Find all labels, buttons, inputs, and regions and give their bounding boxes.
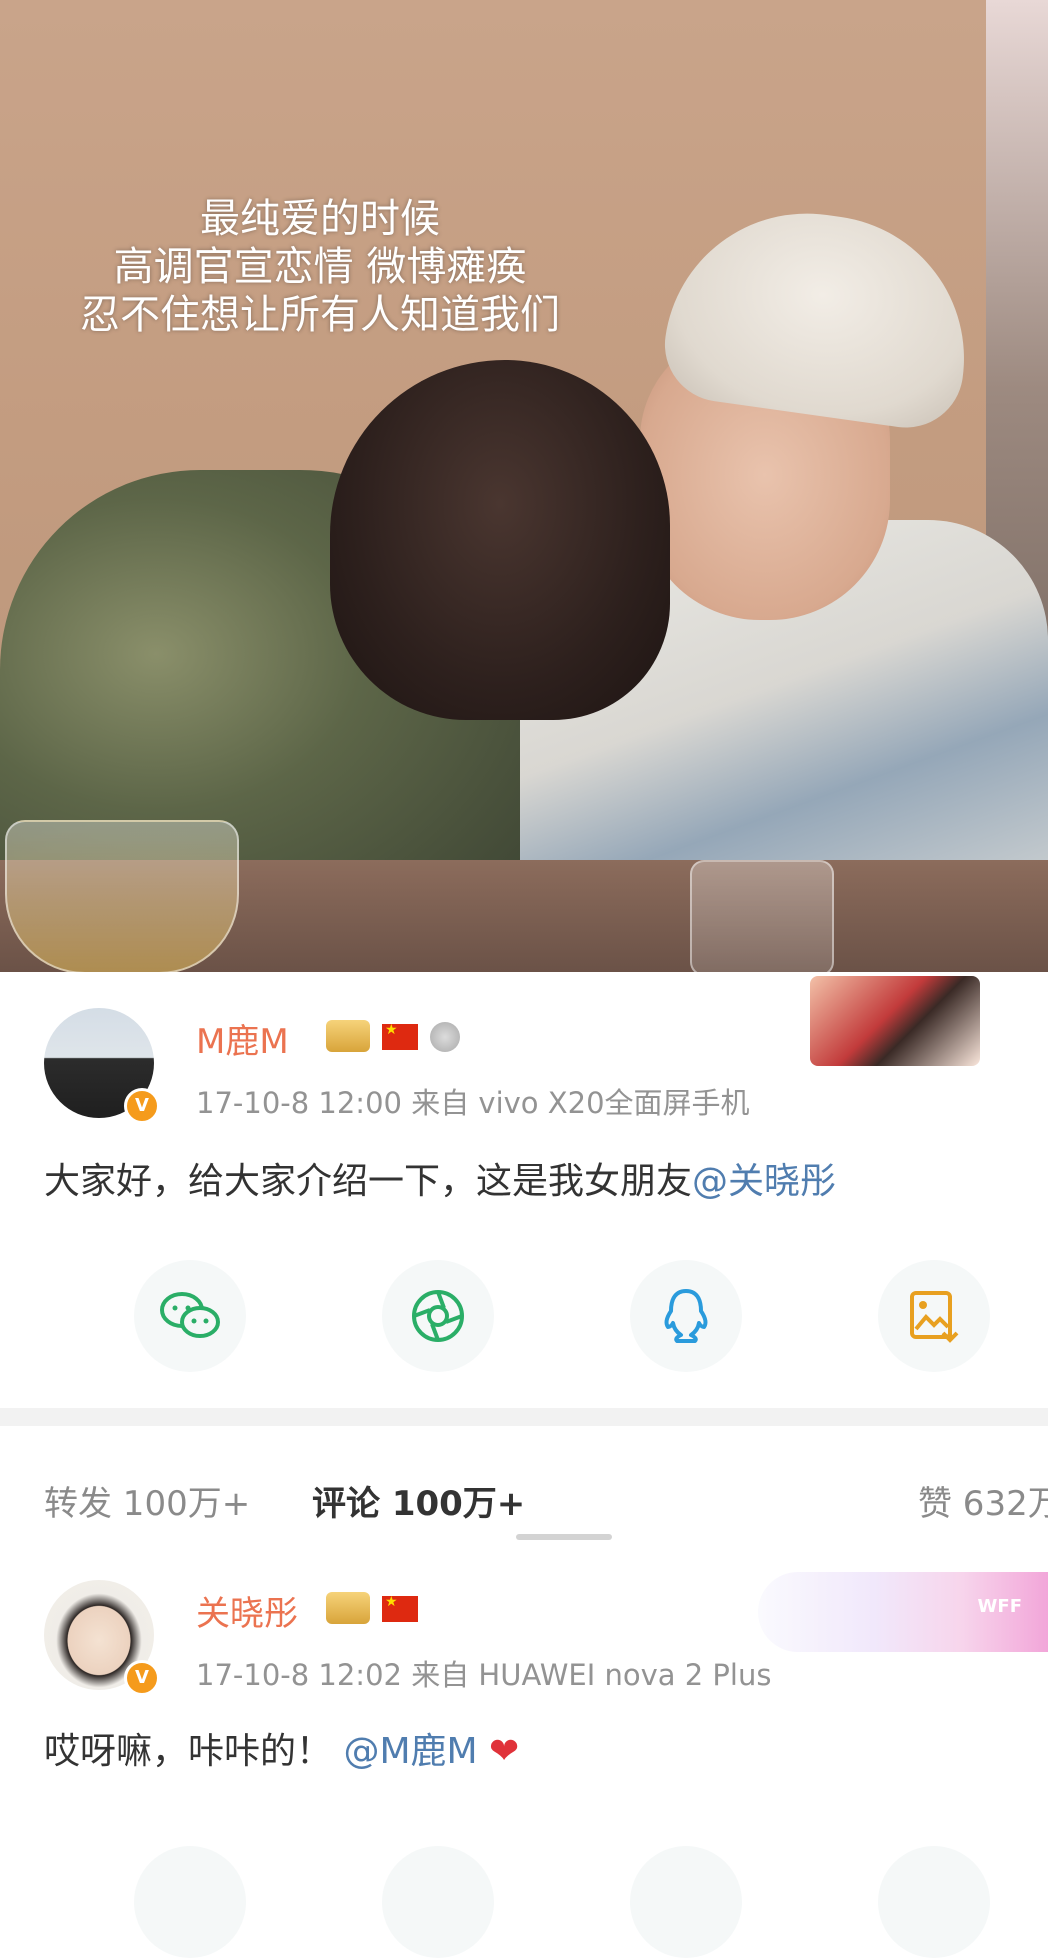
verified-badge-icon: V: [124, 1088, 160, 1124]
photo-glass-right: [690, 860, 834, 972]
comment-save-image-button[interactable]: [878, 1846, 990, 1958]
share-qq-button[interactable]: [630, 1260, 742, 1372]
wechat-icon: [160, 1292, 220, 1338]
photo-glass-left: [5, 820, 239, 972]
comment-share-wechat-button[interactable]: [134, 1846, 246, 1958]
moments-icon: [412, 1290, 464, 1342]
active-tab-indicator: [516, 1534, 612, 1540]
heart-icon: ❤: [489, 1731, 520, 1772]
comment-china-flag-icon: [382, 1594, 418, 1622]
comment-vip-crown-icon: [326, 1592, 370, 1624]
photo-girl-hair: [330, 360, 670, 720]
caption-line-1: 最纯爱的时候: [200, 196, 440, 242]
comment-username[interactable]: 关晓彤: [196, 1586, 298, 1635]
tab-repost[interactable]: 转发 100万+: [44, 1476, 250, 1525]
post-text: 大家好，给大家介绍一下，这是我女朋友@关晓彤: [44, 1152, 836, 1204]
comment-card-decoration: WFF: [758, 1572, 1048, 1652]
comment-share-moments-button[interactable]: [382, 1846, 494, 1958]
comment-text: 哎呀嘛，咔咔的！ @M鹿M ❤: [44, 1722, 519, 1774]
comment-text-body: 哎呀嘛，咔咔的！: [44, 1731, 333, 1772]
post-meta: 17-10-8 12:00 来自 vivo X20全面屏手机: [196, 1086, 750, 1120]
comment-verified-badge-icon: V: [124, 1660, 160, 1696]
weibo-post-card: V M鹿M 17-10-8 12:00 来自 vivo X20全面屏手机 大家好…: [0, 972, 1048, 1958]
share-moments-button[interactable]: [382, 1260, 494, 1372]
post-username[interactable]: M鹿M: [196, 1014, 289, 1063]
post-text-body: 大家好，给大家介绍一下，这是我女朋友: [44, 1161, 693, 1202]
comment-share-qq-button[interactable]: [630, 1846, 742, 1958]
caption-line-2: 高调官宣恋情 微博瘫痪: [113, 244, 527, 290]
photo-caption: 最纯爱的时候 高调官宣恋情 微博瘫痪 忍不住想让所有人知道我们: [0, 195, 640, 339]
section-divider: [0, 1408, 1048, 1426]
couple-photo: 最纯爱的时候 高调官宣恋情 微博瘫痪 忍不住想让所有人知道我们: [0, 0, 1048, 972]
caption-line-3: 忍不住想让所有人知道我们: [80, 292, 560, 338]
qq-icon: [664, 1289, 708, 1343]
china-flag-icon: [382, 1022, 418, 1050]
comment-meta: 17-10-8 12:02 来自 HUAWEI nova 2 Plus: [196, 1658, 772, 1692]
card-badge-text: WFF: [977, 1596, 1022, 1617]
photo-beanie: [657, 195, 983, 435]
post-mention-link[interactable]: @关晓彤: [692, 1161, 836, 1202]
save-image-icon: [910, 1291, 959, 1343]
share-wechat-button[interactable]: [134, 1260, 246, 1372]
tab-comment[interactable]: 评论 100万+: [312, 1476, 525, 1525]
save-image-button[interactable]: [878, 1260, 990, 1372]
vip-crown-icon: [326, 1020, 370, 1052]
medal-icon: [430, 1022, 460, 1052]
comment-mention-link[interactable]: @M鹿M: [343, 1731, 477, 1772]
card-decoration-sticker: [810, 976, 980, 1066]
tab-like[interactable]: 赞 632万: [918, 1476, 1048, 1525]
